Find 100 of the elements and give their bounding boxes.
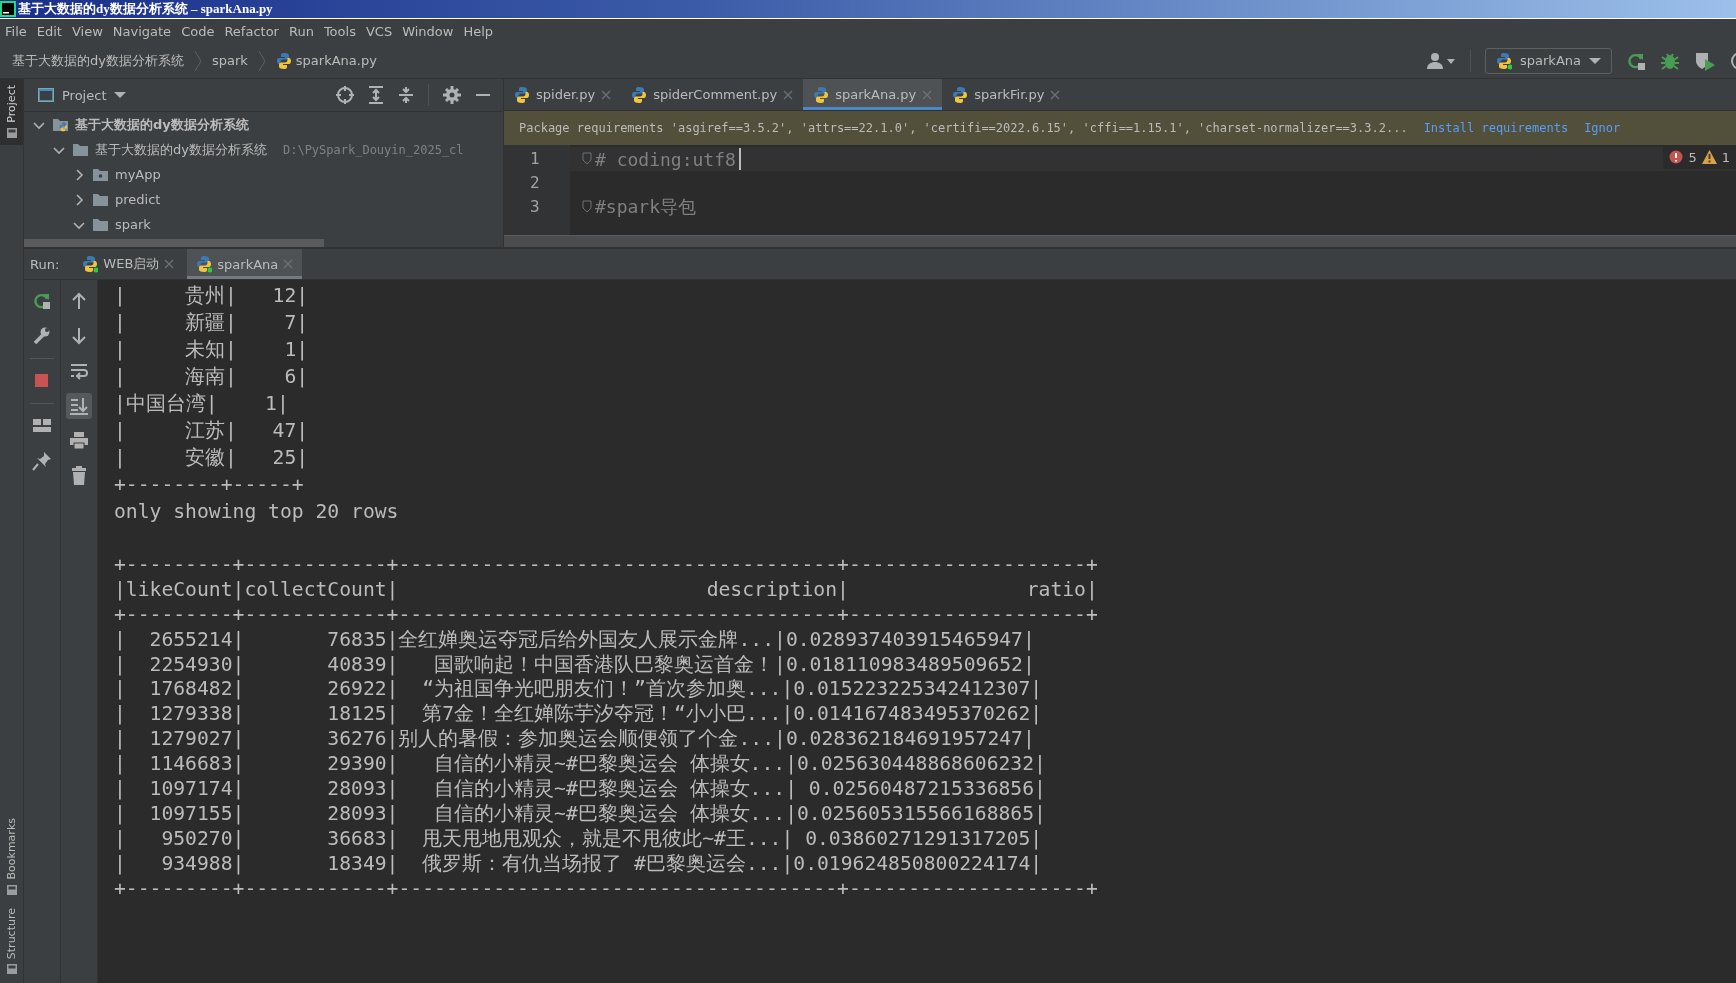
line-number: 2 [529,172,541,194]
link[interactable]: Ignor [1584,121,1621,135]
menu-item[interactable]: Window [399,23,461,39]
console-line: +---------+------------+-------------------------------------+--------------------+ [114,876,1099,902]
caret-icon [114,91,127,99]
console-line: only showing top 20 rows [114,499,400,525]
link[interactable]: Install requirements [1423,121,1569,135]
breadcrumb[interactable]: spark [211,53,248,68]
scroll-to-end-button[interactable] [66,393,92,419]
python-icon [196,255,213,273]
panel-icon [5,963,18,975]
folder-icon [72,141,89,158]
console-line: | 未知| 1| [114,337,310,363]
tree-item[interactable]: myApp [115,167,161,182]
folder-icon [92,216,109,233]
python-file-icon [275,51,292,70]
settings-icon[interactable] [443,86,461,104]
user-dropdown-icon[interactable] [1426,51,1457,70]
editor-tab[interactable]: sparkFir.py [942,79,1071,110]
window-title: 基于大数据的dy数据分析系统 – sparkAna.py [18,0,273,18]
project-view-dropdown[interactable]: Project [38,87,127,103]
scroll-to-end-icon [69,396,89,416]
run-configuration-dropdown[interactable]: sparkAna [1485,47,1612,74]
caret-icon [1589,56,1601,65]
console-line: | 2655214| 76835|全红婵奥运夺冠后给外国友人展示金牌...|0.028937403915465947| [114,627,1036,653]
console-line: | 934988| 18349| 俄罗斯：有仇当场报了 #巴黎奥运会...|0.019624850800224174| [114,851,1044,877]
console-line: | 海南| 6| [114,364,310,390]
editor-tab[interactable]: sparkAna.py [803,79,943,110]
expand-all-icon[interactable] [368,86,384,104]
wrench-icon [32,326,52,346]
line-number: 3 [529,196,541,218]
python-file-icon [631,85,648,104]
chevron-icon [193,49,202,72]
rerun-icon [32,291,52,311]
code-comment: # coding:utf8 [595,148,736,170]
console-line: | 1279027| 36276|别人的暑假：参加奥运会顺便领了个金...|0.028362184691957247| [114,727,1036,753]
console-line: | 1146683| 29390| 自信的小精灵~#巴黎奥运会 体操女...|0.025630448868606232| [114,752,1047,777]
coverage-icon[interactable] [1694,50,1716,71]
console-line: | 新疆| 7| [114,310,310,336]
inspection-widget[interactable]: 5 1 [1663,145,1736,169]
breadcrumb[interactable]: 基于大数据的dy数据分析系统 [12,51,184,70]
menu-item[interactable]: Edit [33,23,69,39]
scrollbar[interactable] [24,239,324,247]
trash-icon [69,466,89,486]
side-tab[interactable]: Bookmarks [0,812,23,902]
python-icon [1496,51,1513,70]
console-line: | 江苏| 47| [114,418,310,444]
run-tab[interactable]: sparkAna [187,249,303,279]
console-line: |likeCount|collectCount| description| ratio| [114,577,1099,603]
menu-item[interactable]: Navigate [109,23,179,39]
menu-item[interactable]: Code [178,23,222,39]
window-icon [38,88,54,102]
soft-wrap-icon [69,361,89,381]
tree-item[interactable]: 基于大数据的dy数据分析系统 [75,115,249,134]
warning-icon [1701,150,1717,164]
side-tab[interactable]: Structure [0,901,23,981]
breadcrumb[interactable]: sparkAna.py [275,51,377,70]
fold-marker-icon[interactable] [582,152,592,166]
console-line: +--------+-----+ [114,472,305,498]
run-label: Run: [30,256,60,272]
console-line: | 安徽| 25| [114,445,310,471]
console-line: | 1097174| 28093| 自信的小精灵~#巴黎奥运会 体操女...| 0.02560487215336856| [114,777,1047,802]
line-number: 1 [529,148,541,170]
printer-icon [69,431,89,451]
menu-item[interactable]: Run [285,23,321,39]
menu-item[interactable]: Tools [320,23,363,39]
code-comment: #spark导包 [595,195,697,219]
menu-item[interactable]: File [2,23,34,39]
menu-item[interactable]: Refactor [221,23,286,39]
scrollbar[interactable] [504,235,1736,247]
editor-tab[interactable]: spiderComment.py [621,79,804,110]
project-folder-icon [52,116,69,133]
pin-icon [32,451,52,471]
python-file-icon [514,85,530,104]
arrow-down-icon [69,326,89,346]
tree-item[interactable]: predict [115,192,161,207]
console-line: | 1279338| 18125| 第7金！全红婵陈芋汐夺冠！“小小巴...|0.014167483495370262| [114,702,1044,728]
fold-marker-icon[interactable] [582,200,592,214]
collapse-all-icon[interactable] [398,86,414,104]
folder-icon [92,191,109,208]
run-tab[interactable]: WEB启动 [73,249,184,279]
tree-item[interactable]: 基于大数据的dy数据分析系统 [95,140,267,159]
notification-text: Package requirements 'asgiref==3.5.2', 'attrs==22.1.0', 'certifi==2022.6.15', 'cffi==1.15.1', 'charset-normalizer==3.3.2... [519,121,1408,135]
editor-tab[interactable]: spider.py [504,79,622,110]
chevron-icon [257,49,266,72]
tree-item[interactable]: spark [115,217,151,232]
console-line: +---------+------------+-------------------------------------+--------------------+ [114,602,1099,628]
menu-item[interactable]: Help [460,23,501,39]
path-text: D:\PySpark_Douyin_2025_cl [282,142,464,157]
menu-item[interactable]: VCS [362,23,400,39]
locate-icon[interactable] [336,86,354,104]
panel-icon [5,883,18,896]
console-line: |中国台湾| 1| [114,391,290,417]
console-line: | 950270| 36683| 甩天甩地甩观众，就是不甩彼此~#王...| 0.03860271291317205| [114,826,1044,852]
console-line: +---------+------------+-------------------------------------+--------------------+ [114,553,1099,578]
menu-item[interactable]: View [68,23,110,39]
python-icon [82,255,99,273]
side-tab[interactable]: Project [0,79,23,145]
console-line: | 1768482| 26922| “为祖国争光吧朋友们！”首次参加奥...|0.015223225342412307| [114,677,1044,703]
python-file-icon [952,85,969,104]
